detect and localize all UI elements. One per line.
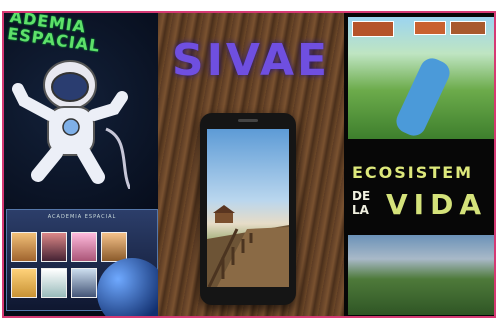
map-sign: [352, 21, 394, 37]
phone-speaker: [238, 119, 258, 122]
ecosystem-map-image: [348, 17, 494, 140]
title-la: LA: [352, 203, 369, 217]
ecosistema-title: ECOSISTEM: [352, 163, 474, 182]
map-sign: [414, 21, 446, 35]
thumbnail: [41, 268, 67, 298]
thumbnail: [41, 232, 67, 262]
thumbnail: [71, 268, 97, 298]
thumbnail: [11, 268, 37, 298]
planet-earth-image: [97, 258, 158, 316]
thumbnail: [71, 232, 97, 262]
title-vida: VIDA: [386, 188, 487, 221]
academia-espacial-panel: ADEMIA ESPACIAL ACADEMIA ESPACIAL: [4, 13, 158, 316]
title-de: DE: [352, 189, 371, 203]
academia-espacial-screenshot: ACADEMIA ESPACIAL: [6, 209, 158, 316]
astronaut-illustration: [12, 60, 130, 189]
thumbnail: [101, 232, 127, 262]
smartphone-mockup: [200, 113, 296, 305]
river-image: [392, 54, 454, 140]
landscape-image: [348, 235, 494, 315]
collage-frame: ADEMIA ESPACIAL ACADEMIA ESPACIAL SIVAE: [2, 11, 496, 318]
ecosistema-panel: ECOSISTEM DE LA VIDA: [344, 13, 494, 316]
sivae-panel: SIVAE: [158, 13, 344, 316]
phone-screen: [207, 129, 289, 287]
sivae-title: SIVAE: [171, 35, 331, 86]
map-sign: [450, 21, 486, 35]
screenshot-title: ACADEMIA ESPACIAL: [47, 214, 117, 220]
thumbnail: [11, 232, 37, 262]
bridge-landscape-image: [207, 205, 289, 287]
